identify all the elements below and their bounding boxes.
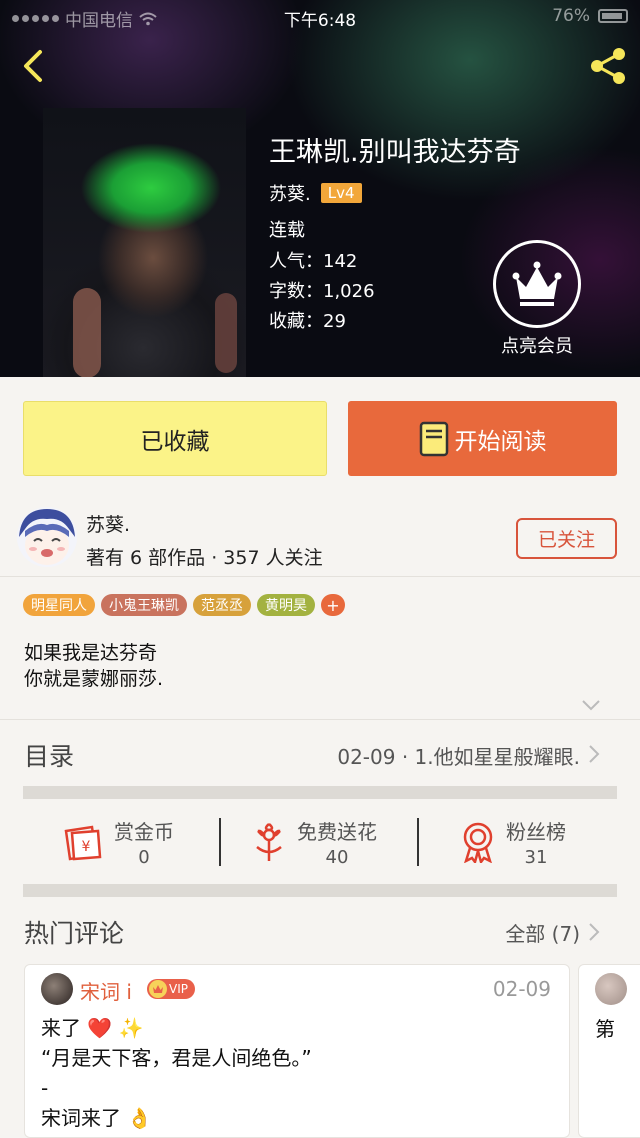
follow-button[interactable]: 已关注 <box>516 518 617 559</box>
stat-value: 40 <box>325 847 349 868</box>
free-flowers-button[interactable]: 免费送花 40 <box>251 814 377 870</box>
crown-icon <box>512 261 562 306</box>
comment-body: 来了 ❤️ ✨ “月是天下客，君是人间绝色。” - 宋词来了 👌 <box>41 1016 312 1130</box>
section-separator <box>23 786 617 799</box>
tag-list: 明星同人 小鬼王琳凯 范丞丞 黄明昊 + <box>23 594 345 616</box>
book-icon <box>419 421 448 456</box>
comment-card[interactable]: 第 <box>578 964 640 1138</box>
popularity-count: 人气：142 <box>269 251 358 272</box>
share-button[interactable] <box>586 44 630 88</box>
fan-ranking-button[interactable]: 粉丝榜 31 <box>460 814 566 870</box>
chevron-down-icon[interactable] <box>580 698 602 712</box>
battery-status: 76% <box>552 6 628 26</box>
stat-value: 0 <box>138 847 150 868</box>
start-reading-label: 开始阅读 <box>454 428 547 455</box>
stat-label: 免费送花 <box>297 820 377 844</box>
hot-comments-title: 热门评论 <box>24 919 125 948</box>
battery-percent: 76% <box>552 6 590 26</box>
catalog-title: 目录 <box>24 742 75 771</box>
word-count: 字数：1,026 <box>269 281 375 302</box>
collected-button[interactable]: 已收藏 <box>23 401 327 476</box>
red-envelope-yen-icon: ¥ <box>64 825 102 861</box>
author-line: 苏葵. Lv4 <box>269 180 362 206</box>
divider <box>0 576 640 577</box>
reward-coins-button[interactable]: ¥ 赏金币 0 <box>62 814 174 870</box>
level-badge: Lv4 <box>320 183 362 203</box>
status-bar: 中国电信 下午6:48 76% <box>0 0 640 34</box>
tag-item[interactable]: 范丞丞 <box>193 594 251 616</box>
comment-body: 第 <box>595 1017 615 1041</box>
all-comments-link[interactable]: 全部 (7) <box>505 918 580 947</box>
stat-value: 31 <box>524 847 548 868</box>
stat-label: 赏金币 <box>114 820 174 844</box>
add-tag-button[interactable]: + <box>321 594 345 616</box>
intro-line: 你就是蒙娜丽莎. <box>24 668 164 690</box>
svg-text:¥: ¥ <box>82 839 91 855</box>
book-intro: 如果我是达芬奇 你就是蒙娜丽莎. <box>24 640 163 692</box>
author-avatar[interactable] <box>17 507 77 567</box>
anime-avatar-icon <box>17 507 77 567</box>
tag-item[interactable]: 小鬼王琳凯 <box>101 594 187 616</box>
vip-badge: VIP <box>147 979 195 999</box>
comment-date: 02-09 <box>492 977 551 1001</box>
commenter-avatar[interactable] <box>595 973 627 1005</box>
latest-chapter[interactable]: 02-09 · 1.他如星星般耀眼. <box>337 741 580 770</box>
author-name[interactable]: 苏葵. <box>86 510 130 537</box>
commenter-avatar[interactable] <box>41 973 73 1005</box>
serial-status: 连载 <box>269 220 305 241</box>
book-title: 王琳凯.别叫我达芬奇 <box>269 137 521 168</box>
status-time: 下午6:48 <box>283 11 357 31</box>
tag-item[interactable]: 黄明昊 <box>257 594 315 616</box>
crown-icon <box>149 980 167 998</box>
commenter-name[interactable]: 宋词 i <box>80 976 132 1005</box>
medal-icon <box>463 822 493 863</box>
chevron-right-icon[interactable] <box>588 922 600 942</box>
section-separator <box>23 884 617 897</box>
vip-badge-label: VIP <box>169 982 188 996</box>
follow-label: 已关注 <box>537 529 595 551</box>
start-reading-button[interactable]: 开始阅读 <box>348 401 617 476</box>
book-cover-image[interactable] <box>43 108 246 377</box>
vip-crown-button[interactable] <box>493 240 581 328</box>
tag-item[interactable]: 明星同人 <box>23 594 95 616</box>
header-author-name[interactable]: 苏葵. <box>269 180 311 206</box>
chevron-right-icon <box>589 745 600 763</box>
vip-label[interactable]: 点亮会员 <box>470 332 604 358</box>
comment-card[interactable]: 宋词 i VIP 02-09 来了 ❤️ ✨ “月是天下客，君是人间绝色。” -… <box>24 964 570 1138</box>
collected-label: 已收藏 <box>140 428 210 455</box>
battery-icon <box>598 9 628 23</box>
back-button[interactable] <box>14 46 54 86</box>
flower-icon <box>256 823 282 861</box>
divider <box>219 818 221 866</box>
intro-line: 如果我是达芬奇 <box>24 642 158 664</box>
divider <box>417 818 419 866</box>
stat-label: 粉丝榜 <box>506 820 566 844</box>
book-header: 中国电信 下午6:48 76% 王琳凯.别叫我达芬奇 苏葵. Lv4 连载 人气… <box>0 0 640 377</box>
author-stats: 著有 6 部作品 · 357 人关注 <box>86 547 323 569</box>
favorites-count: 收藏：29 <box>269 311 346 332</box>
